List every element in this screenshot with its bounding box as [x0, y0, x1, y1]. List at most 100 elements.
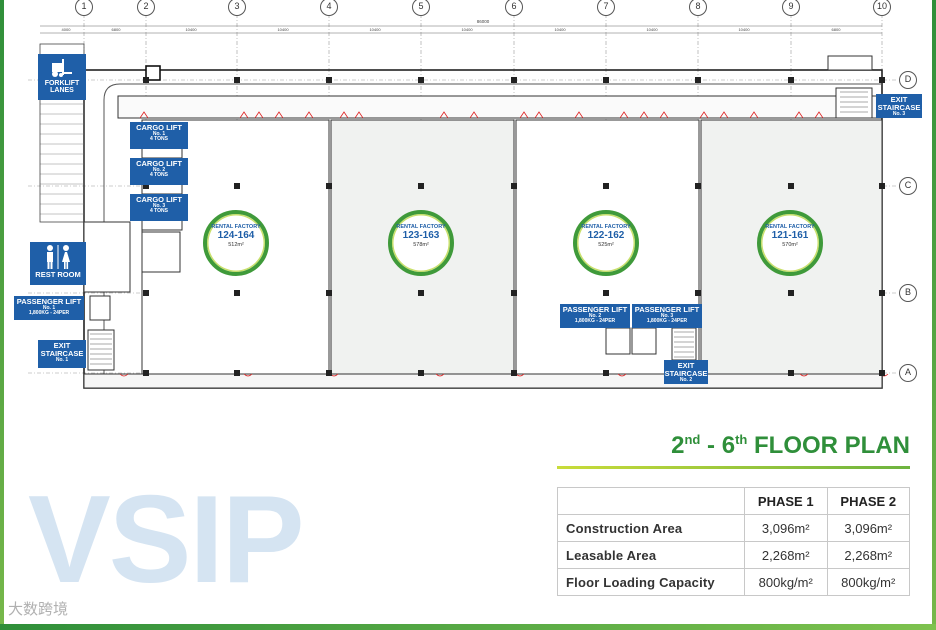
table-header-cell: PHASE 2	[826, 487, 910, 515]
structural-column	[326, 370, 332, 376]
title-sup-1: nd	[684, 432, 701, 447]
title-underline	[557, 466, 910, 469]
dimension-text: 10400	[185, 27, 197, 32]
vsip-logo: VSIP	[28, 471, 305, 609]
table-header-cell	[557, 487, 745, 515]
structural-column	[326, 183, 332, 189]
table-cell: 2,268m²	[826, 541, 910, 569]
structural-column	[603, 370, 609, 376]
structural-column	[603, 290, 609, 296]
forklift-lanes-label: FORKLIFT LANES	[38, 54, 86, 100]
table-cell: 2,268m²	[744, 541, 828, 569]
exit-stair-3	[835, 87, 873, 119]
rest-room-text: REST ROOM	[35, 270, 81, 279]
table-row: Floor Loading Capacity 800kg/m² 800kg/m²	[557, 568, 910, 596]
forklift-icon	[52, 59, 72, 77]
table-cell: 3,096m²	[826, 514, 910, 542]
table-cell: Floor Loading Capacity	[557, 568, 745, 596]
table-header-row: PHASE 1 PHASE 2	[557, 487, 910, 515]
table-cell: Leasable Area	[557, 541, 745, 569]
unit-area: 512m²	[228, 242, 244, 248]
exit-staircase-2-label: EXIT STAIRCASE No. 2	[664, 360, 708, 384]
table-row: Construction Area 3,096m² 3,096m²	[557, 514, 910, 542]
passenger-lift-3-shaft	[631, 327, 657, 355]
dimension-text: 10400	[369, 27, 381, 32]
passenger-lift-capacity: 1,800KG - 24PER	[646, 318, 688, 325]
structural-column	[511, 77, 517, 83]
title-suffix: FLOOR PLAN	[747, 432, 910, 459]
structural-column	[879, 370, 885, 376]
structural-column	[603, 77, 609, 83]
table-cell: 3,096m²	[744, 514, 828, 542]
structural-column	[695, 77, 701, 83]
structural-column	[603, 183, 609, 189]
exit-staircase-no: No. 2	[679, 376, 693, 383]
dimension-text: 10400	[461, 27, 473, 32]
unit-id: 123-163	[402, 230, 440, 241]
unit-id: 121-161	[771, 230, 809, 241]
grid-row-bubble: C	[899, 177, 917, 195]
passenger-lift-capacity: 1,800KG - 24PER	[28, 310, 70, 317]
dimension-text: 10400	[554, 27, 566, 32]
unit-badge-123-163: RENTAL FACTORY 123-163 578m²	[388, 210, 454, 276]
structural-column	[418, 183, 424, 189]
roof-access	[827, 55, 873, 71]
structural-column	[788, 290, 794, 296]
cargo-lift-capacity: 4 TONS	[150, 136, 168, 143]
structural-column	[418, 370, 424, 376]
dimension-text: 10400	[646, 27, 658, 32]
structural-column	[326, 77, 332, 83]
dimension-text: 10400	[277, 27, 289, 32]
structural-column	[234, 183, 240, 189]
table-cell: 800kg/m²	[826, 568, 910, 596]
exit-staircase-title: EXIT STAIRCASE	[40, 341, 84, 358]
cargo-lift-shaft	[141, 231, 181, 273]
structural-column	[788, 77, 794, 83]
structural-column	[879, 77, 885, 83]
table-cell: 800kg/m²	[744, 568, 828, 596]
floor-plan-title: 2nd - 6th FLOOR PLAN	[560, 432, 910, 460]
dimension-text: 6800	[112, 27, 122, 32]
corridor	[117, 95, 883, 119]
structural-column	[788, 183, 794, 189]
exit-staircase-title: EXIT STAIRCASE	[877, 95, 921, 112]
bottom-frame	[0, 624, 936, 630]
cargo-lift-capacity: 4 TONS	[150, 172, 168, 179]
dimension-text: 4000	[62, 27, 72, 32]
structural-column	[879, 183, 885, 189]
structural-column	[511, 370, 517, 376]
passenger-lift-2-shaft	[605, 327, 631, 355]
structural-column	[788, 370, 794, 376]
grid-row-bubble: D	[899, 71, 917, 89]
unit-badge-124-164: RENTAL FACTORY 124-164 512m²	[203, 210, 269, 276]
passenger-lift-3-label: PASSENGER LIFT No. 3 1,800KG - 24PER	[632, 304, 702, 328]
unit-area: 570m²	[782, 242, 798, 248]
structural-column	[234, 77, 240, 83]
unit-area: 525m²	[598, 242, 614, 248]
table-cell: Construction Area	[557, 514, 745, 542]
title-sup-2: th	[735, 432, 748, 447]
passenger-lift-2-label: PASSENGER LIFT No. 2 1,800KG - 24PER	[560, 304, 630, 328]
structural-column	[143, 77, 149, 83]
bottom-walkway	[83, 373, 883, 389]
cargo-lift-1-label: CARGO LIFT No. 1 4 TONS	[130, 122, 188, 149]
structural-column	[879, 290, 885, 296]
unit-id: 124-164	[217, 230, 255, 241]
passenger-lift-1-label: PASSENGER LIFT No. 1 1,800KG - 24PER	[14, 296, 84, 320]
grid-row-bubble: B	[899, 284, 917, 302]
structural-column	[418, 77, 424, 83]
structural-column	[511, 183, 517, 189]
passenger-lift-capacity: 1,800KG - 24PER	[574, 318, 616, 325]
exit-stair-2	[671, 327, 697, 361]
cargo-lift-3-label: CARGO LIFT No. 3 4 TONS	[130, 194, 188, 221]
structural-column	[326, 290, 332, 296]
dimension-overall: 86000	[477, 19, 490, 24]
exit-staircase-3-label: EXIT STAIRCASE No. 3	[876, 94, 922, 118]
structural-column	[143, 370, 149, 376]
unit-area: 578m²	[413, 242, 429, 248]
title-mid: - 6	[700, 432, 736, 459]
unit-badge-121-161: RENTAL FACTORY 121-161 570m²	[757, 210, 823, 276]
forklift-lanes-text: FORKLIFT LANES	[44, 80, 80, 95]
dimension-text: 6800	[832, 27, 842, 32]
structural-column	[143, 290, 149, 296]
